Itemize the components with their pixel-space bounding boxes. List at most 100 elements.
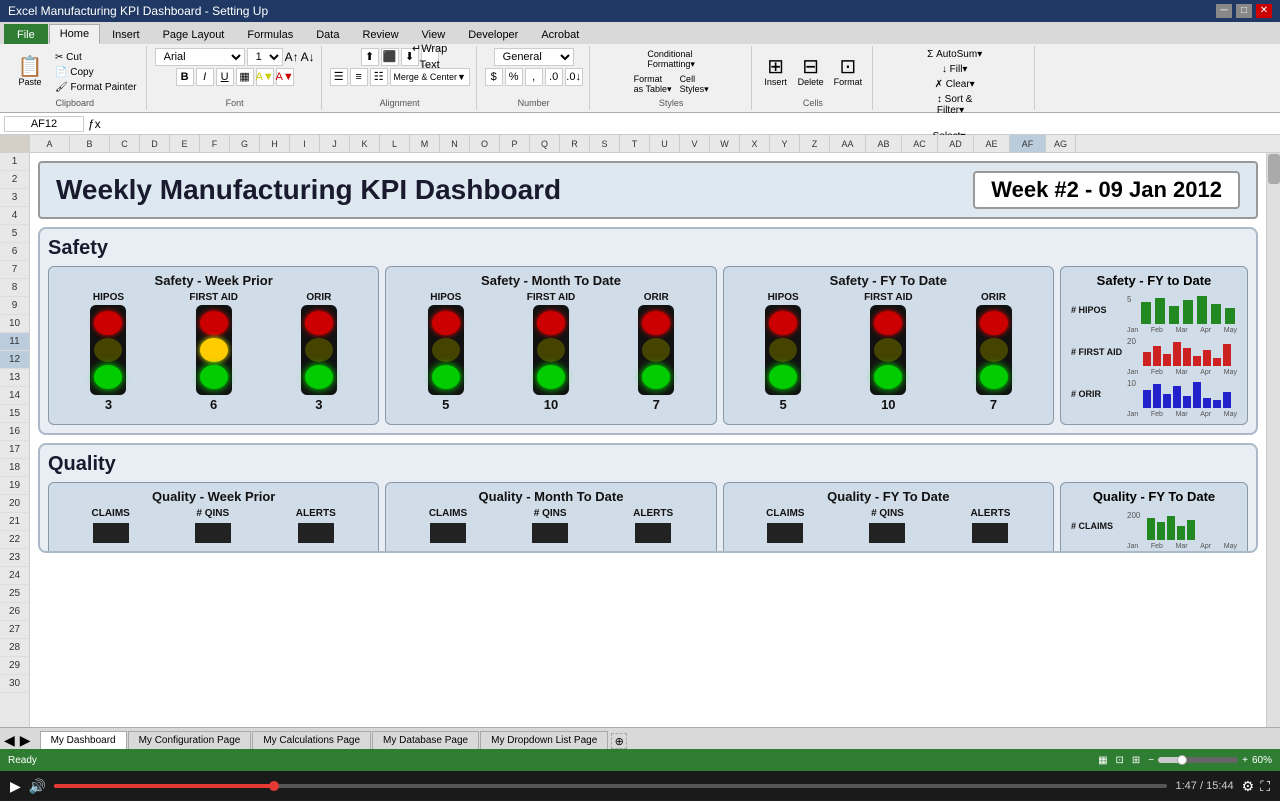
- percent-button[interactable]: %: [505, 68, 523, 86]
- settings-button[interactable]: ⚙: [1242, 778, 1255, 795]
- increase-font-button[interactable]: A↑: [285, 50, 299, 64]
- col-header-o[interactable]: O: [470, 135, 500, 152]
- decrease-font-button[interactable]: A↓: [301, 50, 315, 64]
- col-header-y[interactable]: Y: [770, 135, 800, 152]
- zoom-in-button[interactable]: +: [1242, 755, 1248, 766]
- view-layout-button[interactable]: ⊡: [1116, 755, 1124, 766]
- font-size-select[interactable]: 10: [247, 48, 283, 66]
- formula-input[interactable]: [105, 117, 1276, 131]
- col-header-ad[interactable]: AD: [938, 135, 974, 152]
- tab-insert[interactable]: Insert: [101, 24, 151, 44]
- col-header-n[interactable]: N: [440, 135, 470, 152]
- decrease-decimal-button[interactable]: .0↓: [565, 68, 583, 86]
- format-as-table-button[interactable]: Formatas Table▾: [631, 73, 675, 96]
- sheet-tab-database[interactable]: My Database Page: [372, 731, 479, 749]
- row-header-28[interactable]: 28: [0, 639, 29, 657]
- bold-button[interactable]: B: [176, 68, 194, 86]
- sheet-tab-dropdown[interactable]: My Dropdown List Page: [480, 731, 608, 749]
- cell-reference-input[interactable]: AF12: [4, 116, 84, 132]
- merge-center-button[interactable]: Merge & Center▼: [390, 68, 470, 86]
- col-header-ab[interactable]: AB: [866, 135, 902, 152]
- cell-styles-button[interactable]: CellStyles▾: [677, 73, 712, 96]
- minimize-button[interactable]: ─: [1216, 4, 1232, 18]
- col-header-j[interactable]: J: [320, 135, 350, 152]
- row-header-29[interactable]: 29: [0, 657, 29, 675]
- col-header-s[interactable]: S: [590, 135, 620, 152]
- row-header-19[interactable]: 19: [0, 477, 29, 495]
- wrap-text-button[interactable]: ↵Wrap Text: [421, 48, 439, 66]
- row-header-6[interactable]: 6: [0, 243, 29, 261]
- row-header-21[interactable]: 21: [0, 513, 29, 531]
- col-header-v[interactable]: V: [680, 135, 710, 152]
- format-painter-button[interactable]: 🖌 Format Painter: [52, 81, 140, 94]
- tab-file[interactable]: File: [4, 24, 48, 44]
- col-header-ae[interactable]: AE: [974, 135, 1010, 152]
- row-header-17[interactable]: 17: [0, 441, 29, 459]
- vertical-scrollbar[interactable]: [1266, 153, 1280, 727]
- comma-button[interactable]: ,: [525, 68, 543, 86]
- row-header-12[interactable]: 12: [0, 351, 29, 369]
- sheet-nav-right[interactable]: ▶: [20, 732, 31, 749]
- col-header-q[interactable]: Q: [530, 135, 560, 152]
- video-progress-dot[interactable]: [269, 781, 279, 791]
- row-header-26[interactable]: 26: [0, 603, 29, 621]
- volume-button[interactable]: 🔊: [29, 778, 46, 795]
- align-right-button[interactable]: ☷: [370, 68, 388, 86]
- col-header-p[interactable]: P: [500, 135, 530, 152]
- row-header-2[interactable]: 2: [0, 171, 29, 189]
- row-header-7[interactable]: 7: [0, 261, 29, 279]
- col-header-ac[interactable]: AC: [902, 135, 938, 152]
- align-center-button[interactable]: ≡: [350, 68, 368, 86]
- row-header-4[interactable]: 4: [0, 207, 29, 225]
- tab-home[interactable]: Home: [49, 24, 100, 44]
- align-top-button[interactable]: ⬆: [361, 48, 379, 66]
- border-button[interactable]: ▦: [236, 68, 254, 86]
- play-button[interactable]: ▶: [10, 778, 21, 795]
- col-header-k[interactable]: K: [350, 135, 380, 152]
- paste-button[interactable]: 📋 Paste: [10, 55, 50, 89]
- add-sheet-button[interactable]: ⊕: [611, 733, 627, 749]
- col-header-d[interactable]: D: [140, 135, 170, 152]
- align-middle-button[interactable]: ⬛: [381, 48, 399, 66]
- fullscreen-button[interactable]: ⛶: [1260, 778, 1270, 795]
- row-header-8[interactable]: 8: [0, 279, 29, 297]
- function-wizard-button[interactable]: ƒx: [88, 117, 101, 131]
- scrollbar-thumb[interactable]: [1268, 154, 1280, 184]
- row-header-20[interactable]: 20: [0, 495, 29, 513]
- video-progress-bar[interactable]: [54, 784, 1167, 788]
- tab-acrobat[interactable]: Acrobat: [530, 24, 590, 44]
- row-header-1[interactable]: 1: [0, 153, 29, 171]
- number-format-select[interactable]: General: [494, 48, 574, 66]
- row-header-22[interactable]: 22: [0, 531, 29, 549]
- fill-button[interactable]: ↓ Fill▾: [939, 63, 971, 76]
- row-header-11[interactable]: 11: [0, 333, 29, 351]
- tab-page-layout[interactable]: Page Layout: [152, 24, 236, 44]
- currency-button[interactable]: $: [485, 68, 503, 86]
- view-pagebreak-button[interactable]: ⊞: [1132, 755, 1140, 766]
- maximize-button[interactable]: □: [1236, 4, 1252, 18]
- view-normal-button[interactable]: ▦: [1098, 755, 1107, 766]
- tab-developer[interactable]: Developer: [457, 24, 529, 44]
- conditional-formatting-button[interactable]: ConditionalFormatting▾: [644, 48, 698, 71]
- row-header-14[interactable]: 14: [0, 387, 29, 405]
- zoom-thumb[interactable]: [1177, 755, 1187, 765]
- col-header-r[interactable]: R: [560, 135, 590, 152]
- row-header-16[interactable]: 16: [0, 423, 29, 441]
- close-button[interactable]: ✕: [1256, 4, 1272, 18]
- title-bar-controls[interactable]: ─ □ ✕: [1216, 4, 1272, 18]
- row-header-18[interactable]: 18: [0, 459, 29, 477]
- zoom-out-button[interactable]: −: [1148, 755, 1154, 766]
- cut-button[interactable]: ✂ Cut: [52, 51, 140, 64]
- zoom-slider[interactable]: [1158, 757, 1238, 763]
- col-header-m[interactable]: M: [410, 135, 440, 152]
- col-header-g[interactable]: G: [230, 135, 260, 152]
- increase-decimal-button[interactable]: .0: [545, 68, 563, 86]
- tab-formulas[interactable]: Formulas: [236, 24, 304, 44]
- italic-button[interactable]: I: [196, 68, 214, 86]
- col-header-w[interactable]: W: [710, 135, 740, 152]
- sheet-tab-config[interactable]: My Configuration Page: [128, 731, 252, 749]
- col-header-c[interactable]: C: [110, 135, 140, 152]
- row-header-5[interactable]: 5: [0, 225, 29, 243]
- col-header-t[interactable]: T: [620, 135, 650, 152]
- font-color-button[interactable]: A▼: [276, 68, 294, 86]
